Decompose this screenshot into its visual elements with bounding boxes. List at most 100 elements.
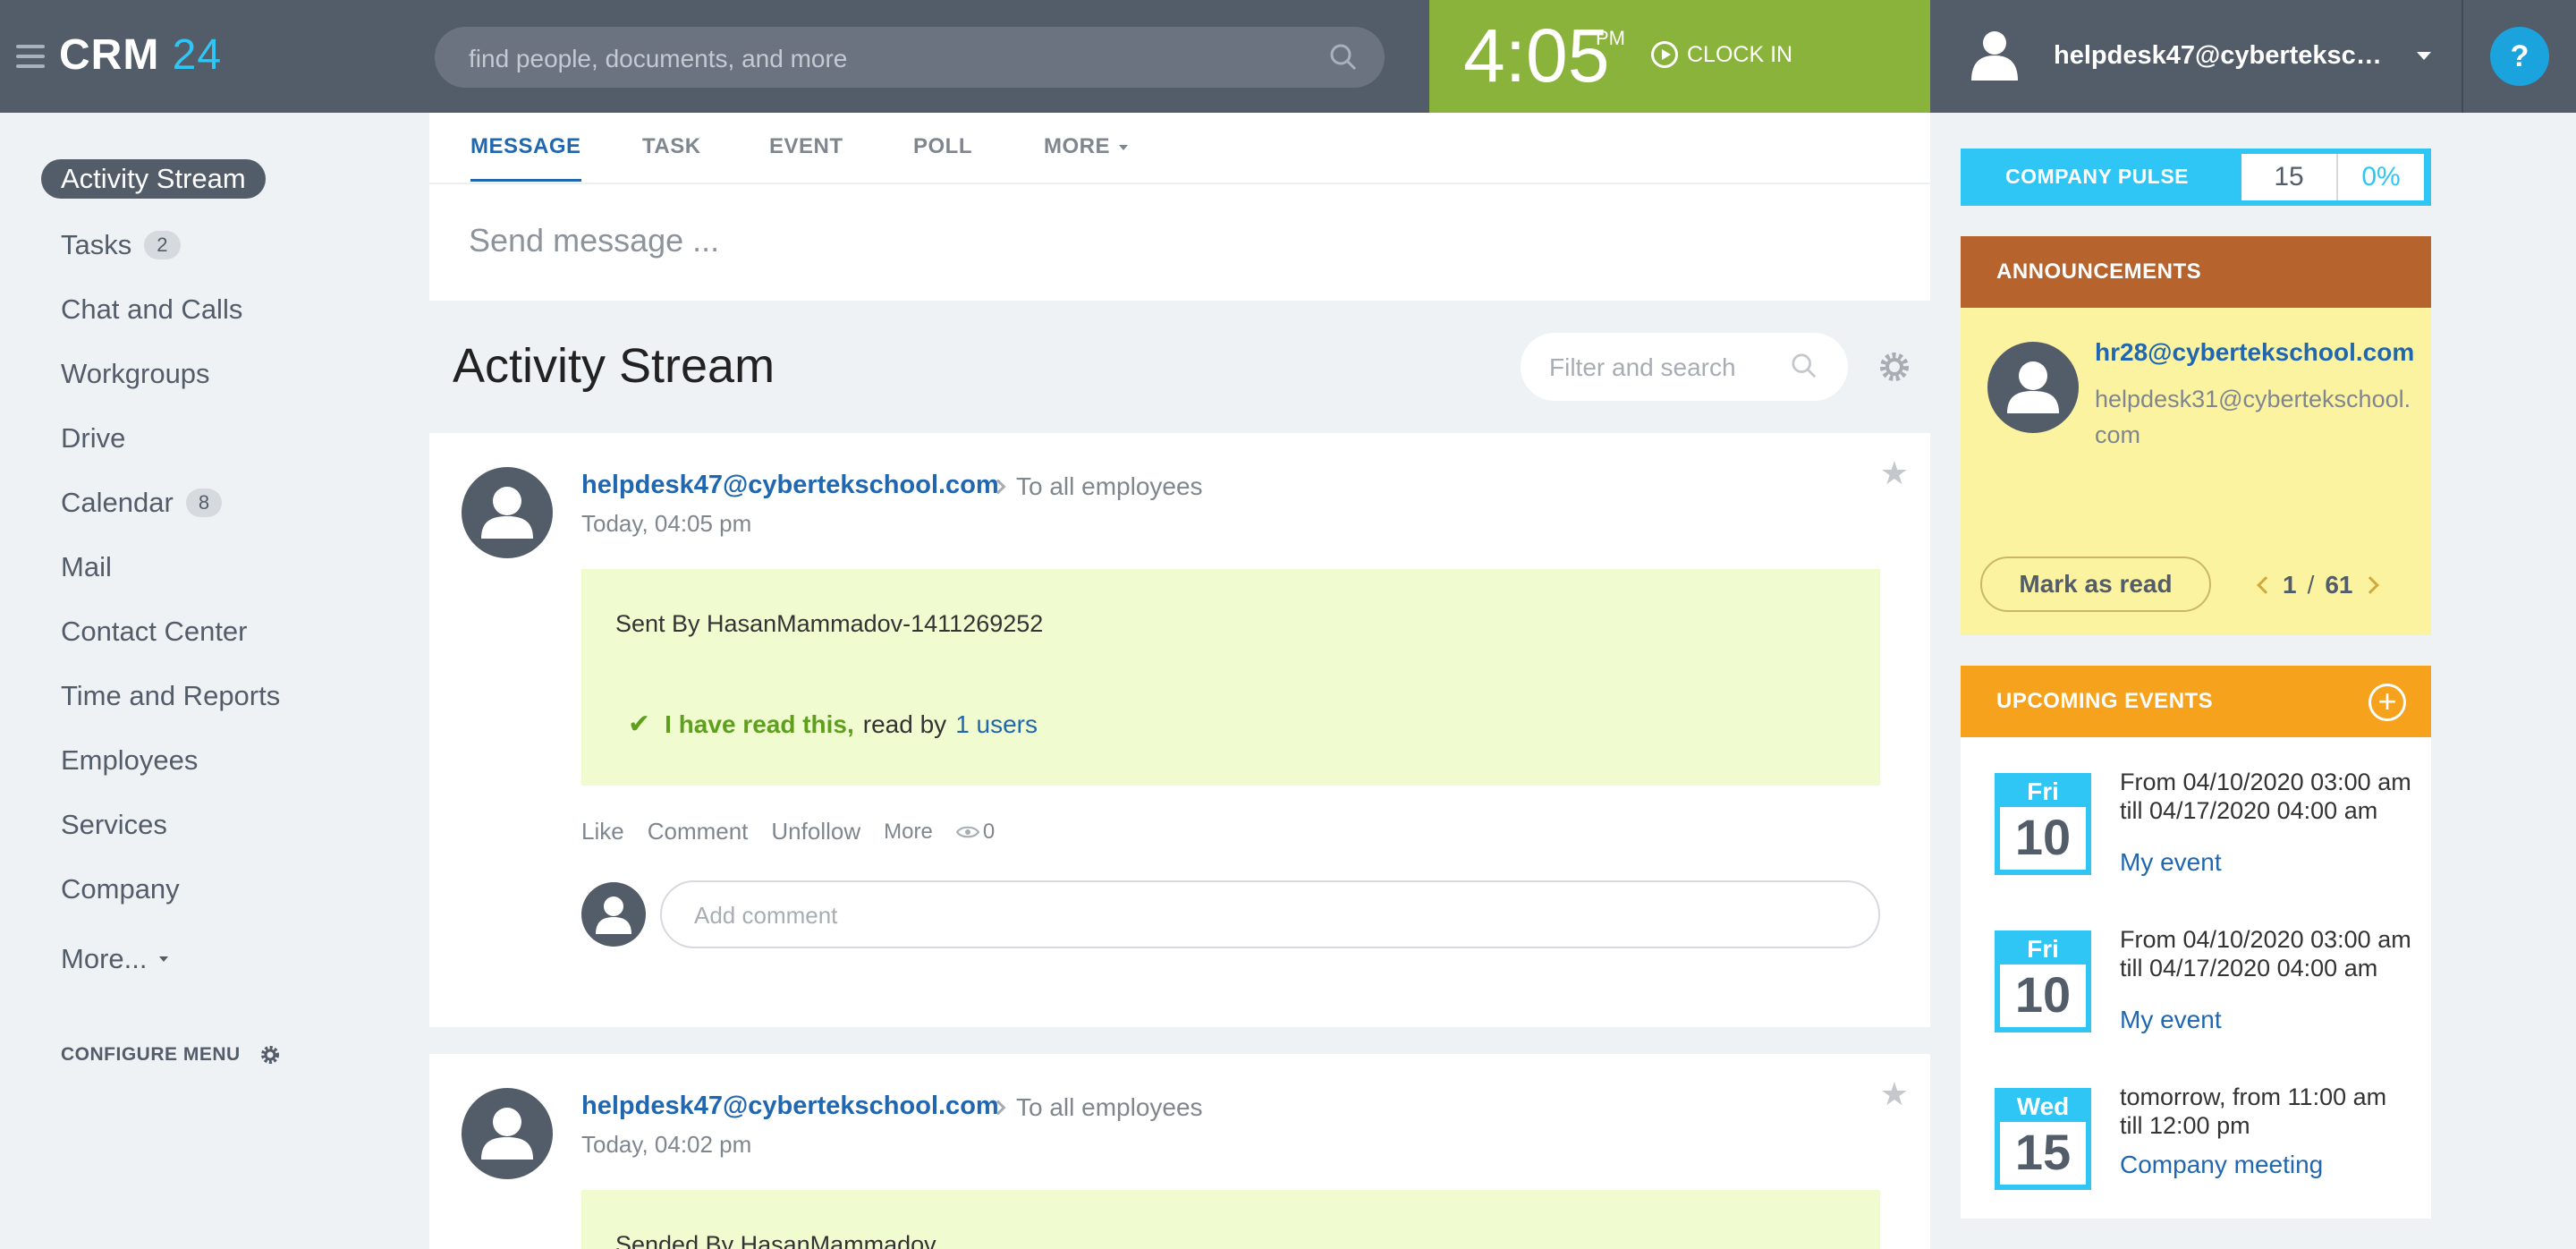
- event-title-link[interactable]: My event: [2120, 848, 2222, 877]
- event-title-link[interactable]: My event: [2120, 1006, 2222, 1034]
- tab-more-label: MORE: [1044, 134, 1110, 158]
- sidebar-item-label: Company: [61, 873, 180, 905]
- sidebar-item-mail[interactable]: Mail: [61, 551, 112, 583]
- filter-search-input[interactable]: Filter and search: [1521, 333, 1848, 401]
- global-search-input[interactable]: find people, documents, and more: [435, 27, 1385, 88]
- help-button[interactable]: ?: [2490, 27, 2549, 86]
- configure-menu-label: CONFIGURE MENU: [61, 1044, 241, 1065]
- search-icon[interactable]: [1791, 353, 1818, 379]
- sidebar-item-drive[interactable]: Drive: [61, 422, 125, 455]
- menu-burger-icon[interactable]: [16, 45, 45, 68]
- sidebar-item-label: Workgroups: [61, 358, 210, 389]
- clock-widget[interactable]: 4:05 PM CLOCK IN: [1429, 0, 1930, 113]
- unfollow-button[interactable]: Unfollow: [771, 818, 860, 845]
- sidebar-item-label: Chat and Calls: [61, 293, 243, 325]
- avatar[interactable]: [462, 467, 553, 558]
- app-logo[interactable]: CRM 24: [59, 30, 222, 80]
- tab-more[interactable]: MORE: [1044, 134, 1128, 159]
- comment-row: Add comment: [581, 880, 1880, 948]
- pager-total: 61: [2325, 571, 2353, 599]
- message-composer: MESSAGE TASK EVENT POLL MORE Send messag…: [429, 113, 1930, 301]
- search-icon[interactable]: [1329, 43, 1358, 72]
- read-by-label: read by: [862, 709, 947, 738]
- sidebar-item-more[interactable]: More...: [61, 943, 169, 975]
- clock-in-button[interactable]: CLOCK IN: [1651, 41, 1792, 68]
- avatar[interactable]: [462, 1088, 553, 1179]
- avatar: [581, 882, 646, 947]
- sidebar-item-tasks[interactable]: Tasks 2: [61, 229, 181, 261]
- star-icon[interactable]: ★: [1880, 1075, 1909, 1113]
- avatar[interactable]: [1987, 342, 2079, 433]
- post-destination-label[interactable]: To all employees: [1016, 472, 1203, 501]
- user-name: helpdesk47@cybertekschool.com: [2054, 41, 2394, 70]
- chevron-down-icon[interactable]: [2417, 52, 2431, 60]
- sidebar-item-time-and-reports[interactable]: Time and Reports: [61, 680, 280, 712]
- feed-post: helpdesk47@cybertekschool.com To all emp…: [429, 433, 1930, 1027]
- sidebar-item-label: Mail: [61, 551, 112, 582]
- add-comment-input[interactable]: Add comment: [660, 880, 1880, 948]
- sidebar-item-calendar[interactable]: Calendar 8: [61, 487, 223, 519]
- sidebar-item-label: Tasks: [61, 229, 132, 260]
- post-author-link[interactable]: helpdesk47@cybertekschool.com: [581, 471, 999, 500]
- post-text: Sended By HasanMammadov: [615, 1231, 936, 1249]
- more-button[interactable]: More: [884, 820, 933, 845]
- filter-placeholder: Filter and search: [1549, 353, 1736, 381]
- comment-placeholder: Add comment: [694, 902, 838, 929]
- read-users-link[interactable]: 1 users: [955, 710, 1038, 739]
- sidebar-item-company[interactable]: Company: [61, 873, 180, 905]
- chevron-right-icon[interactable]: [2360, 576, 2379, 594]
- sidebar-item-label: Employees: [61, 744, 199, 776]
- post-author-link[interactable]: helpdesk47@cybertekschool.com: [581, 1092, 999, 1121]
- clock-time: 4:05: [1463, 13, 1610, 98]
- read-confirmation: ✔ I have read this, read by 1 users: [628, 709, 1038, 740]
- sidebar-item-label: More...: [61, 943, 148, 974]
- sidebar-item-contact-center[interactable]: Contact Center: [61, 616, 248, 648]
- logo-number: 24: [172, 31, 223, 79]
- event-when: From 04/10/2020 03:00 am till 04/17/2020…: [2120, 769, 2411, 824]
- play-icon: [1651, 41, 1678, 68]
- tab-message[interactable]: MESSAGE: [470, 134, 581, 182]
- post-time[interactable]: Today, 04:02 pm: [581, 1131, 751, 1159]
- add-event-icon[interactable]: +: [2368, 684, 2406, 721]
- star-icon[interactable]: ★: [1880, 455, 1909, 492]
- user-avatar-icon: [481, 1108, 533, 1160]
- chevron-left-icon[interactable]: [2257, 576, 2275, 594]
- announcement-author-link[interactable]: hr28@cybertekschool.com: [2095, 338, 2414, 367]
- sidebar-item-chat-and-calls[interactable]: Chat and Calls: [61, 293, 242, 326]
- tab-task[interactable]: TASK: [642, 134, 701, 159]
- sidebar-item-activity-stream[interactable]: Activity Stream: [41, 159, 266, 199]
- post-text: Sent By HasanMammadov-1411269252: [615, 610, 1044, 637]
- company-pulse-widget[interactable]: COMPANY PULSE 15 0%: [1961, 149, 2431, 206]
- sidebar-item-employees[interactable]: Employees: [61, 744, 198, 777]
- sidebar-item-services[interactable]: Services: [61, 809, 167, 841]
- company-pulse-label: COMPANY PULSE: [2005, 165, 2190, 188]
- gear-icon[interactable]: [1877, 349, 1912, 385]
- page-title: Activity Stream: [453, 339, 775, 393]
- tab-event[interactable]: EVENT: [769, 134, 843, 159]
- logo-text: CRM: [59, 31, 160, 79]
- calendar-counter-badge: 8: [185, 489, 223, 517]
- gear-icon[interactable]: [258, 1043, 282, 1066]
- user-menu[interactable]: helpdesk47@cybertekschool.com: [1930, 0, 2463, 113]
- event-title-link[interactable]: Company meeting: [2120, 1151, 2323, 1179]
- upcoming-events-widget: UPCOMING EVENTS + Fri 10 From 04/10/2020 …: [1961, 666, 2431, 1219]
- send-message-input[interactable]: Send message ...: [469, 222, 719, 259]
- pulse-value: 15: [2241, 154, 2338, 200]
- mark-as-read-button[interactable]: Mark as read: [1980, 557, 2211, 612]
- like-button[interactable]: Like: [581, 818, 624, 845]
- post-actions: Like Comment Unfollow More 0: [581, 818, 995, 845]
- tab-poll[interactable]: POLL: [913, 134, 972, 159]
- sidebar-item-label: Contact Center: [61, 616, 248, 647]
- comment-button[interactable]: Comment: [648, 818, 749, 845]
- configure-menu-button[interactable]: CONFIGURE MENU: [61, 1043, 282, 1066]
- check-icon: ✔: [628, 709, 651, 739]
- sidebar-item-workgroups[interactable]: Workgroups: [61, 358, 210, 390]
- post-destination-label[interactable]: To all employees: [1016, 1093, 1203, 1122]
- event-day-of-week: Fri: [2000, 936, 2086, 964]
- composer-tabs: MESSAGE TASK EVENT POLL MORE: [429, 113, 1930, 184]
- i-have-read-button[interactable]: I have read this,: [665, 710, 854, 739]
- post-time[interactable]: Today, 04:05 pm: [581, 510, 751, 538]
- feed-post: helpdesk47@cybertekschool.com To all emp…: [429, 1054, 1930, 1249]
- event-day: 10: [2014, 966, 2072, 1023]
- announcement-pager: 1 / 61: [2257, 571, 2379, 599]
